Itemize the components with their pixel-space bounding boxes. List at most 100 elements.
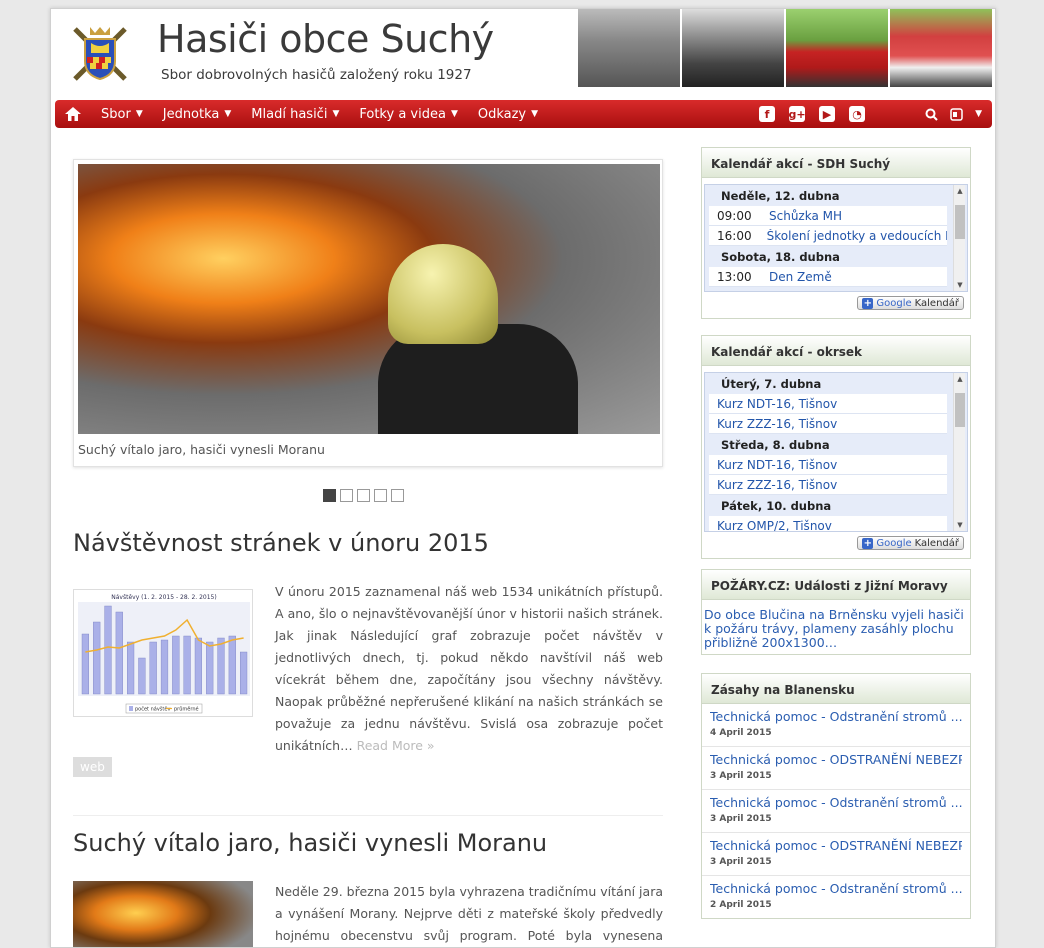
nav-item-jednotka[interactable]: Jednotka ▼ — [153, 100, 242, 128]
scroll-up-icon[interactable]: ▲ — [954, 375, 966, 383]
calendar-event[interactable]: Kurz ZZZ-16, Tišnov — [709, 475, 947, 495]
scroll-down-icon[interactable]: ▼ — [954, 521, 966, 529]
calendar-scrollbar[interactable]: ▲ ▼ — [953, 185, 965, 291]
post-thumbnail-chart[interactable]: Návštěvy (1. 2. 2015 - 28. 2. 2015) poče… — [73, 589, 253, 717]
calendar-event[interactable]: 09:00 Schůzka MH — [709, 206, 947, 226]
rss-icon[interactable]: ◔ — [849, 106, 865, 122]
chevron-down-icon: ▼ — [531, 109, 539, 119]
slider-dot[interactable] — [323, 489, 336, 502]
scroll-thumb[interactable] — [955, 393, 965, 427]
calendar-event[interactable]: Kurz OMP/2, Tišnov — [709, 516, 947, 532]
slider-dot[interactable] — [374, 489, 387, 502]
widget-title: Kalendář akcí - okrsek — [702, 336, 970, 366]
nav-item-odkazy[interactable]: Odkazy ▼ — [468, 100, 548, 128]
thumb-bar — [104, 605, 112, 695]
scroll-up-icon[interactable]: ▲ — [954, 187, 966, 195]
facebook-icon[interactable]: f — [759, 106, 775, 122]
list-item: Technická pomoc - Odstranění stromů ... 4… — [702, 704, 970, 747]
thumb-bar — [239, 651, 248, 695]
fire-brigade-emblem[interactable] — [65, 21, 135, 87]
incident-link[interactable]: Technická pomoc - ODSTRANĚNÍ NEBEZP ... — [710, 838, 962, 853]
event-name[interactable]: Kurz NDT-16, Tišnov — [709, 397, 837, 411]
chevron-down-icon[interactable]: ▼ — [975, 109, 982, 119]
thumb-bar — [217, 637, 225, 695]
nav-item-sbor[interactable]: Sbor ▼ — [91, 100, 153, 128]
nav-item-mladi-hasici[interactable]: Mladí hasiči ▼ — [241, 100, 349, 128]
header-photo-old-truck — [682, 9, 784, 87]
featured-slider[interactable]: Suchý vítalo jaro, hasiči vynesli Moranu — [73, 159, 663, 467]
event-name[interactable]: Kurz ZZZ-16, Tišnov — [709, 417, 837, 431]
list-item: Technická pomoc - Odstranění stromů ... 3… — [702, 790, 970, 833]
thumb-bar — [160, 639, 169, 695]
nav-item-fotky-a-videa[interactable]: Fotky a videa ▼ — [349, 100, 468, 128]
site-title[interactable]: Hasiči obce Suchý — [157, 17, 494, 61]
slide-image[interactable] — [78, 164, 660, 434]
calendar-list[interactable]: Neděle, 12. dubna 09:00 Schůzka MH 16:00 Š… — [704, 184, 968, 292]
site-subtitle: Sbor dobrovolných hasičů založený roku 1… — [161, 67, 472, 83]
google-logo: Google — [876, 537, 912, 549]
event-name[interactable]: Kurz NDT-16, Tišnov — [709, 458, 837, 472]
scroll-down-icon[interactable]: ▼ — [954, 281, 966, 289]
slider-dot[interactable] — [340, 489, 353, 502]
thumb-bar — [115, 611, 123, 695]
pozary-news-link[interactable]: Do obce Blučina na Brněnsku vyjeli hasič… — [702, 600, 970, 656]
plus-icon: + — [862, 537, 874, 549]
post-separator — [73, 815, 663, 816]
calendar-day: Neděle, 12. dubna — [721, 189, 840, 203]
slide-caption[interactable]: Suchý vítalo jaro, hasiči vynesli Moranu — [78, 442, 325, 457]
post-title[interactable]: Suchý vítalo jaro, hasiči vynesli Moranu — [73, 829, 663, 857]
slider-pagination — [323, 489, 404, 502]
post-title[interactable]: Návštěvnost stránek v únoru 2015 — [73, 529, 663, 557]
calendar-list[interactable]: Úterý, 7. dubna Kurz NDT-16, Tišnov Kurz… — [704, 372, 968, 532]
list-item: Technická pomoc - ODSTRANĚNÍ NEBEZP ... 3… — [702, 833, 970, 876]
calendar-event[interactable]: Kurz ZZZ-16, Tišnov — [709, 414, 947, 434]
google-calendar-button[interactable]: + Google Kalendář — [857, 536, 964, 550]
slider-dot[interactable] — [391, 489, 404, 502]
thumb-chart-title: Návštěvy (1. 2. 2015 - 28. 2. 2015) — [111, 594, 216, 601]
thumb-legend-visits: počet návštěv — [135, 706, 170, 713]
thumb-bar — [206, 641, 214, 695]
incident-link[interactable]: Technická pomoc - Odstranění stromů ... — [710, 709, 962, 724]
event-name[interactable]: Kurz ZZZ-16, Tišnov — [709, 478, 837, 492]
thumb-bar — [228, 635, 236, 695]
list-item: Technická pomoc - Odstranění stromů ... 2… — [702, 876, 970, 919]
nav-item-label: Sbor — [101, 106, 131, 122]
search-icon[interactable] — [925, 108, 938, 121]
thumb-bar — [194, 637, 203, 695]
event-time: 13:00 — [717, 269, 752, 284]
thumb-legend-average: průměrné — [174, 706, 199, 713]
post: Návštěvnost stránek v únoru 2015 Návštěv… — [73, 529, 663, 816]
zasahy-widget: Zásahy na Blanensku Technická pomoc - Od… — [701, 673, 971, 919]
header-photo-red-truck — [786, 9, 888, 87]
calendar-scrollbar[interactable]: ▲ ▼ — [953, 373, 965, 531]
site-header: Hasiči obce Suchý Sbor dobrovolných hasi… — [51, 9, 995, 97]
chevron-down-icon: ▼ — [332, 109, 340, 119]
home-icon[interactable] — [55, 100, 91, 128]
youtube-icon[interactable]: ▶ — [819, 106, 835, 122]
calendar-day: Středa, 8. dubna — [721, 438, 830, 452]
google-calendar-button[interactable]: + Google Kalendář — [857, 296, 964, 310]
scroll-thumb[interactable] — [955, 205, 965, 239]
slider-dot[interactable] — [357, 489, 370, 502]
post-tag[interactable]: web — [73, 757, 112, 777]
event-name[interactable]: Kurz OMP/2, Tišnov — [709, 519, 832, 532]
incident-link[interactable]: Technická pomoc - Odstranění stromů ... — [710, 881, 962, 896]
read-more-link[interactable]: Read More » — [357, 738, 435, 753]
event-name[interactable]: Školení jednotky a vedoucích M — [767, 229, 947, 243]
language-icon[interactable] — [950, 107, 963, 121]
calendar-event[interactable]: 16:00 Školení jednotky a vedoucích M — [709, 226, 947, 246]
thumb-bar — [149, 641, 157, 695]
incident-link[interactable]: Technická pomoc - ODSTRANĚNÍ NEBEZP ... — [710, 752, 962, 767]
calendar-event[interactable]: Kurz NDT-16, Tišnov — [709, 394, 947, 414]
pozary-widget: POŽÁRY.CZ: Události z Jižní Moravy Do ob… — [701, 569, 971, 655]
calendar-event[interactable]: 13:00 Den Země — [709, 267, 947, 287]
calendar-event[interactable]: Kurz NDT-16, Tišnov — [709, 455, 947, 475]
nav-item-label: Jednotka — [162, 106, 220, 122]
incident-link[interactable]: Technická pomoc - Odstranění stromů ... — [710, 795, 962, 810]
google-calendar-label: Kalendář — [914, 297, 959, 309]
event-name[interactable]: Schůzka MH — [769, 209, 842, 223]
google-plus-icon[interactable]: g+ — [788, 106, 806, 122]
event-name[interactable]: Den Země — [769, 270, 832, 284]
post-thumbnail-photo[interactable] — [73, 881, 253, 947]
slide-helmet — [388, 244, 498, 344]
